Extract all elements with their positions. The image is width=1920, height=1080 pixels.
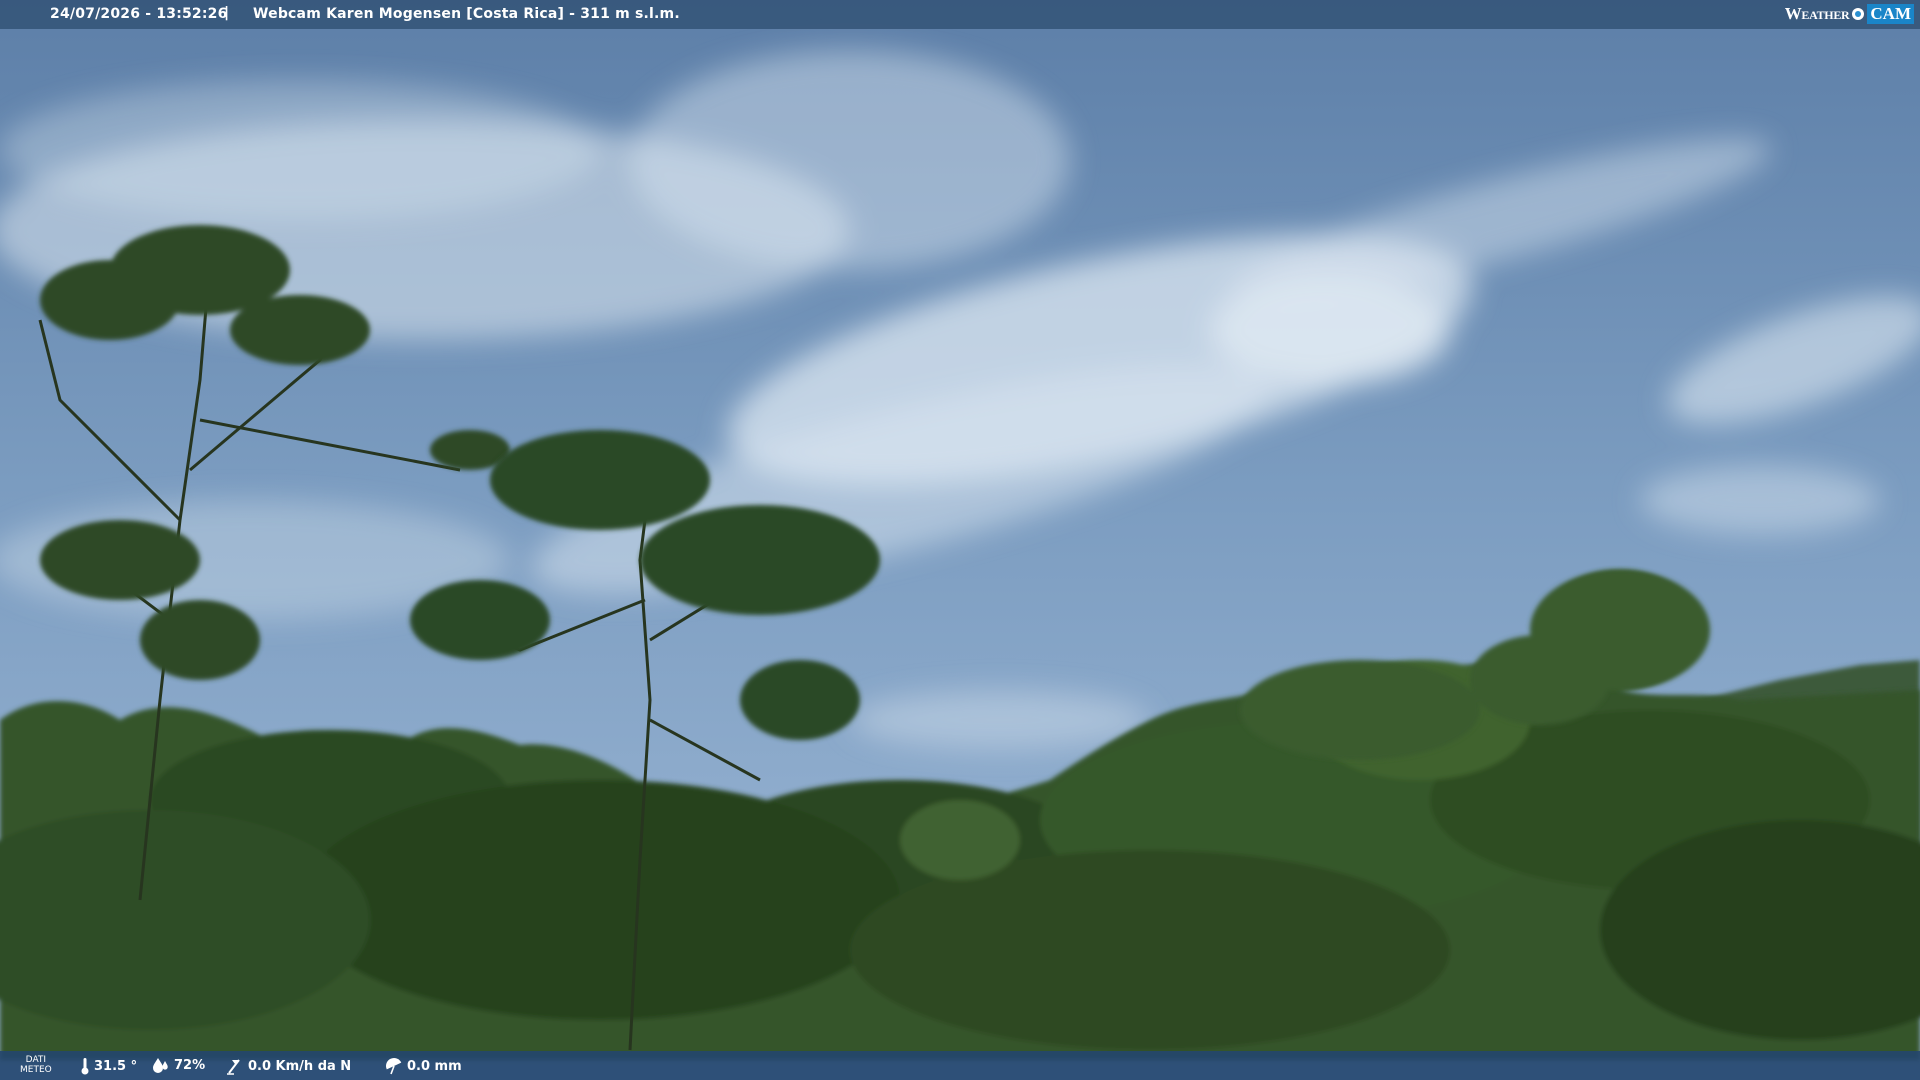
weathercam-logo[interactable]: Weather CAM <box>1785 3 1914 25</box>
rain-reading: 0.0 mm <box>385 1057 462 1075</box>
top-info-bar: 24/07/2026 - 13:52:26 | Webcam Karen Mog… <box>0 0 1920 29</box>
temperature-reading: 31.5 ° <box>80 1057 137 1075</box>
separator: | <box>224 5 230 21</box>
label-line1: DATI <box>25 1055 47 1065</box>
wind-reading: 0.0 Km/h da N <box>226 1057 351 1075</box>
webcam-title: Webcam Karen Mogensen [Costa Rica] - 311… <box>253 6 680 22</box>
rain-value: 0.0 mm <box>407 1058 462 1074</box>
weather-data-bar: DATI METEO 31.5 ° 72% 0.0 Km/h da N 0.0 … <box>0 1051 1920 1080</box>
temperature-value: 31.5 ° <box>94 1058 138 1074</box>
rain-umbrella-icon <box>386 1058 402 1075</box>
webcam-image <box>0 0 1920 1080</box>
thermometer-icon <box>81 1058 89 1075</box>
wind-value: 0.0 Km/h da N <box>248 1058 352 1074</box>
humidity-drop-icon <box>153 1058 168 1073</box>
timestamp: 24/07/2026 - 13:52:26 <box>50 6 228 22</box>
label-line2: METEO <box>20 1065 52 1075</box>
logo-cam-text: CAM <box>1867 4 1914 24</box>
humidity-reading: 72% <box>152 1057 205 1073</box>
logo-weather-text: Weather <box>1784 4 1850 23</box>
logo-globe-icon <box>1852 8 1865 20</box>
humidity-value: 72% <box>174 1057 206 1073</box>
wind-vane-icon <box>227 1059 240 1075</box>
weather-data-label: DATI METEO <box>20 1055 52 1075</box>
